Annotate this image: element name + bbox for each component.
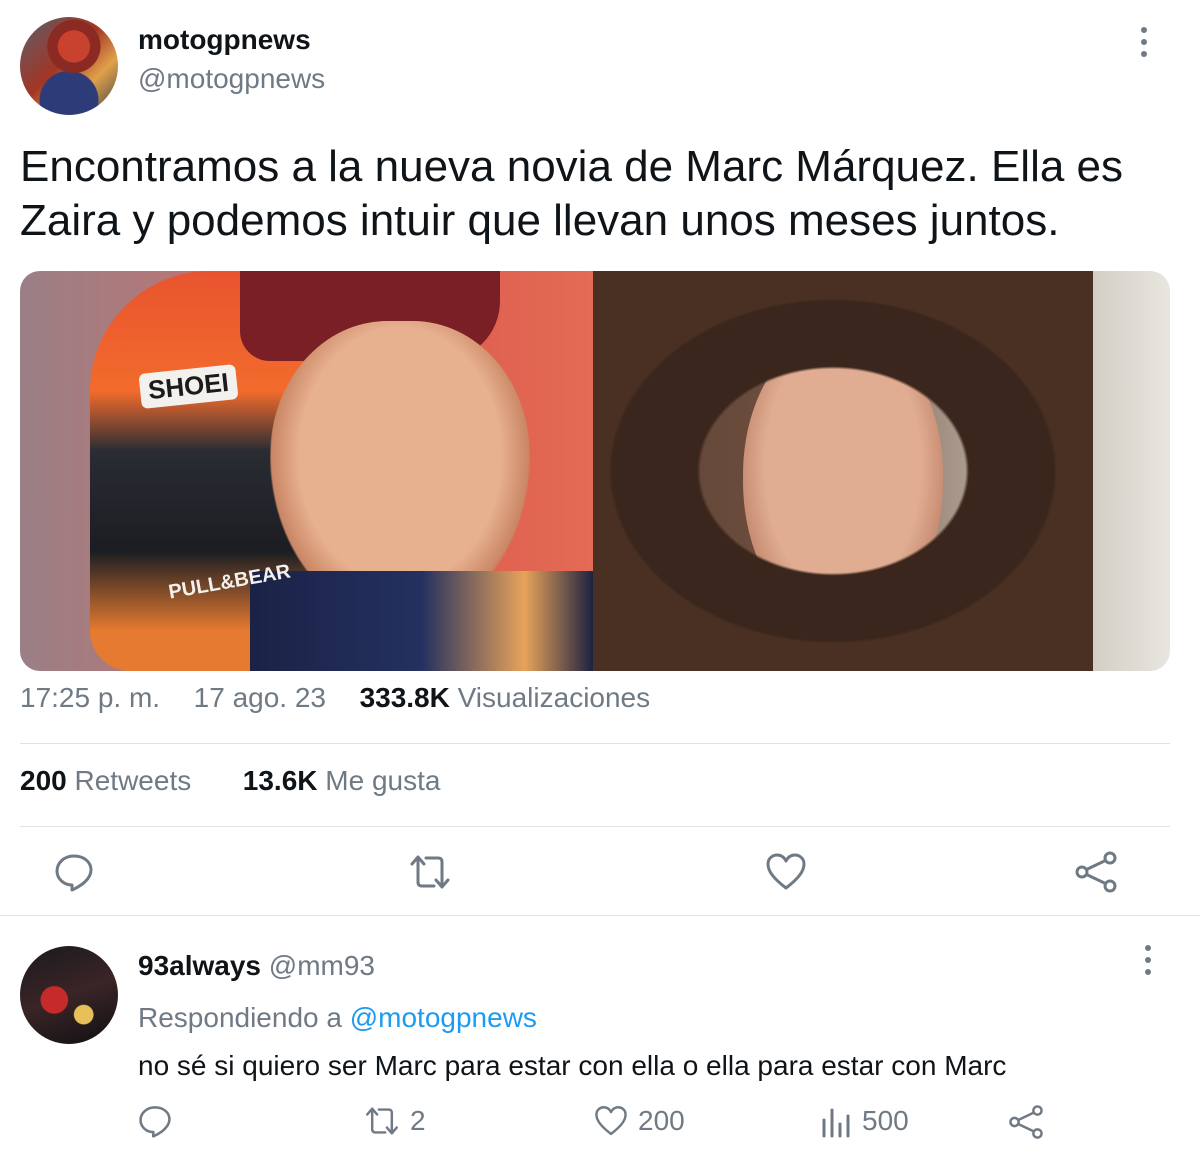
reply-display-name: 93always [138,950,261,981]
likes-stat[interactable]: 13.6K Me gusta [243,765,441,796]
divider [0,915,1200,916]
retweet-button[interactable] [408,850,452,894]
author-handle[interactable]: @motogpnews [138,63,325,95]
reply-author-avatar[interactable] [20,946,118,1044]
analytics-icon [822,1108,850,1138]
more-vertical-icon[interactable] [1134,22,1154,62]
reply-like-count: 200 [638,1105,685,1136]
tweet-media[interactable]: SHOEI PULL&BEAR [20,271,1170,671]
tweet-stats: 200 Retweets 13.6K Me gusta [20,765,440,797]
retweets-label: Retweets [74,765,192,796]
reply-views-button[interactable]: 500 [820,1104,909,1138]
share-icon [1009,1105,1043,1139]
tweet-time: 17:25 p. m. [20,682,161,713]
divider [20,743,1170,744]
reply-retweet-count: 2 [410,1105,426,1136]
retweets-stat[interactable]: 200 Retweets [20,765,191,796]
reply-button[interactable] [52,850,96,894]
likes-label: Me gusta [325,765,441,796]
retweets-count: 200 [20,765,67,796]
more-vertical-icon[interactable] [1138,940,1158,980]
views-label: Visualizaciones [457,682,651,713]
retweet-icon [366,1107,398,1135]
replying-prefix: Respondiendo a [138,1002,342,1033]
reply-like-button[interactable]: 200 [594,1104,685,1138]
divider [20,826,1170,827]
tweet-date: 17 ago. 23 [193,682,326,713]
reply-share-button[interactable] [1008,1104,1044,1140]
replying-to-link[interactable]: @motogpnews [350,1002,537,1033]
heart-icon [766,853,806,890]
tweet-text: Encontramos a la nueva novia de Marc Már… [20,142,1124,245]
media-photo-right[interactable] [593,271,1170,671]
retweet-icon [410,855,450,889]
reply-retweet-button[interactable]: 2 [364,1104,426,1138]
author-avatar[interactable] [20,17,118,115]
replying-to: Respondiendo a @motogpnews [138,1002,537,1034]
reply-text: no sé si quiero ser Marc para estar con … [138,1050,1007,1081]
heart-icon [595,1106,627,1136]
tweet-meta: 17:25 p. m. 17 ago. 23 333.8K Visualizac… [20,682,650,714]
comment-icon [139,1106,171,1138]
reply-views-count: 500 [862,1105,909,1136]
likes-count: 13.6K [242,765,318,796]
author-display-name[interactable]: motogpnews [138,24,311,56]
comment-icon [55,854,93,892]
views-count: 333.8K [359,682,450,713]
like-button[interactable] [764,850,808,894]
reply-handle: @mm93 [268,950,375,981]
share-button[interactable] [1074,850,1118,894]
reply-reply-button[interactable] [138,1104,172,1138]
media-photo-left[interactable]: SHOEI PULL&BEAR [20,271,593,671]
reply-author[interactable]: 93always @mm93 [138,950,375,982]
share-icon [1075,851,1117,893]
